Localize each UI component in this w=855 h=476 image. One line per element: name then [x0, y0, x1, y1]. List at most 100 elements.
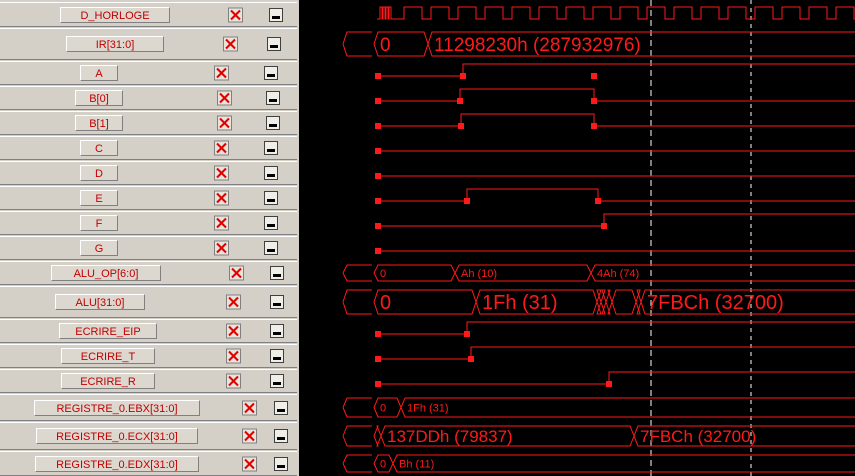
signal-name-button[interactable]: B[0]	[75, 90, 123, 106]
delete-x-icon[interactable]	[226, 323, 241, 339]
signal-name-button[interactable]: D	[80, 165, 118, 181]
bus-value-label: Ah (10)	[461, 268, 497, 280]
delete-x-icon[interactable]	[226, 348, 241, 364]
delete-x-icon[interactable]	[217, 90, 232, 106]
bus-value-label: 0	[380, 35, 391, 56]
bus-waveform	[342, 31, 372, 57]
transition-marker	[591, 123, 597, 129]
signal-row: C	[0, 136, 297, 160]
delete-x-icon[interactable]	[242, 456, 257, 471]
delete-x-icon[interactable]	[214, 190, 229, 206]
delete-x-icon[interactable]	[226, 373, 241, 389]
delete-x-icon[interactable]	[214, 165, 229, 181]
transition-marker	[375, 173, 381, 179]
transition-marker	[375, 248, 381, 254]
delete-x-icon[interactable]	[214, 65, 229, 81]
delete-x-icon[interactable]	[214, 240, 229, 256]
signal-name-button[interactable]: ECRIRE_T	[61, 348, 155, 364]
bus-value-label: Bh (11)	[399, 458, 434, 470]
delete-x-icon[interactable]	[223, 36, 238, 52]
bus-waveform	[342, 289, 372, 315]
signal-name-button[interactable]: C	[80, 140, 118, 156]
minimize-icon[interactable]	[264, 241, 278, 255]
bus-waveform	[342, 397, 372, 418]
signal-name-button[interactable]: REGISTRE_0.EBX[31:0]	[34, 399, 200, 416]
transition-marker	[464, 198, 470, 204]
transition-marker	[375, 223, 381, 229]
panel-splitter[interactable]	[299, 0, 337, 476]
delete-x-icon[interactable]	[214, 215, 229, 231]
delete-x-icon[interactable]	[214, 140, 229, 156]
signal-name-button[interactable]: ALU[31:0]	[55, 294, 145, 310]
bus-segment	[611, 289, 637, 315]
transition-marker	[468, 356, 474, 362]
signal-row: D	[0, 161, 297, 185]
delete-x-icon[interactable]	[226, 294, 241, 310]
signal-name-button[interactable]: REGISTRE_0.ECX[31:0]	[36, 428, 198, 444]
signal-row: D_HORLOGE	[0, 2, 297, 27]
delete-x-icon[interactable]	[217, 115, 232, 131]
signal-name-button[interactable]: REGISTRE_0.EDX[31:0]	[35, 455, 199, 472]
delete-x-icon[interactable]	[242, 428, 257, 444]
bus-segment	[373, 397, 402, 418]
signal-waveform	[378, 213, 855, 227]
bus-value-label: 7FBCh (32700)	[647, 292, 784, 314]
transition-marker	[375, 381, 381, 387]
minimize-icon[interactable]	[266, 116, 280, 130]
bus-value-label: 1Fh (31)	[482, 292, 558, 314]
minimize-icon[interactable]	[274, 456, 288, 471]
minimize-icon[interactable]	[264, 66, 278, 80]
minimize-icon[interactable]	[274, 429, 288, 443]
bus-segment	[373, 264, 456, 282]
signal-list-panel: D_HORLOGE IR[31:0] A B[0] B[1] C D E F G ALU_OP[6:…	[0, 0, 299, 476]
transition-marker	[460, 73, 466, 79]
signal-row: A	[0, 61, 297, 85]
bus-segment	[605, 289, 613, 315]
transition-marker	[375, 73, 381, 79]
bus-value-label: 0	[380, 268, 386, 280]
minimize-icon[interactable]	[270, 324, 284, 338]
signal-row: B[0]	[0, 86, 297, 110]
signal-row: IR[31:0]	[0, 28, 297, 60]
signal-name-button[interactable]: IR[31:0]	[66, 36, 164, 52]
signal-waveform	[378, 346, 855, 360]
waveform-panel: 0 11298230h (287932976) 0 Ah (10) 4Ah (74) 0 1…	[337, 0, 855, 476]
signal-row: ALU_OP[6:0]	[0, 261, 297, 285]
signal-name-button[interactable]: ECRIRE_R	[61, 373, 155, 389]
bus-segment	[392, 454, 855, 473]
signal-name-button[interactable]: B[1]	[75, 115, 123, 131]
minimize-icon[interactable]	[266, 91, 280, 105]
transition-marker	[606, 381, 612, 387]
minimize-icon[interactable]	[270, 295, 284, 309]
transition-marker	[375, 356, 381, 362]
minimize-icon[interactable]	[270, 266, 284, 280]
transition-marker	[457, 98, 463, 104]
signal-name-button[interactable]: G	[80, 240, 118, 256]
signal-name-button[interactable]: A	[80, 65, 118, 81]
minimize-icon[interactable]	[270, 349, 284, 363]
signal-row: ALU[31:0]	[0, 286, 297, 318]
minimize-icon[interactable]	[269, 7, 283, 22]
signal-name-button[interactable]: D_HORLOGE	[60, 6, 170, 23]
signal-row: ECRIRE_EIP	[0, 319, 297, 343]
delete-x-icon[interactable]	[228, 7, 243, 22]
bus-value-label: 11298230h (287932976)	[434, 35, 641, 56]
minimize-icon[interactable]	[267, 37, 281, 51]
delete-x-icon[interactable]	[242, 400, 257, 415]
minimize-icon[interactable]	[264, 141, 278, 155]
bus-value-label: 137DDh (79837)	[387, 427, 513, 446]
signal-name-button[interactable]: ECRIRE_EIP	[59, 323, 157, 339]
signal-waveform	[378, 113, 855, 127]
transition-marker	[591, 73, 597, 79]
minimize-icon[interactable]	[264, 191, 278, 205]
minimize-icon[interactable]	[270, 374, 284, 388]
signal-name-button[interactable]: ALU_OP[6:0]	[51, 265, 161, 281]
minimize-icon[interactable]	[274, 400, 288, 415]
delete-x-icon[interactable]	[229, 265, 244, 281]
signal-name-button[interactable]: E	[80, 190, 118, 206]
minimize-icon[interactable]	[264, 166, 278, 180]
signal-name-button[interactable]: F	[80, 215, 118, 231]
minimize-icon[interactable]	[264, 216, 278, 230]
signal-waveform	[378, 188, 855, 202]
transition-marker	[591, 98, 597, 104]
